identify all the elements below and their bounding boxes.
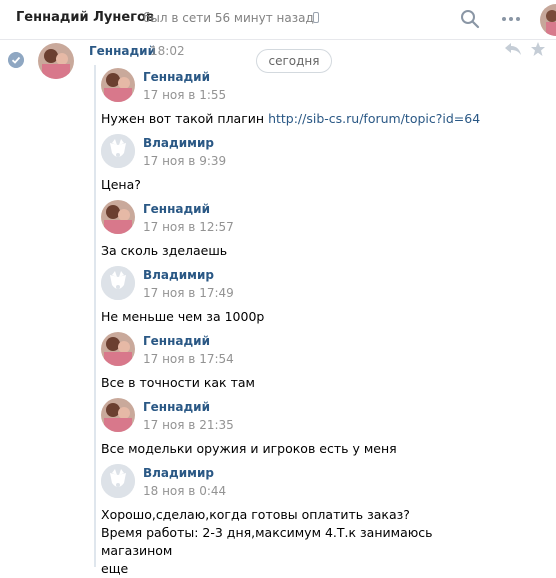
message-text: За сколь зделаешь xyxy=(101,243,228,258)
author-name[interactable]: Владимир xyxy=(143,268,214,282)
message-link[interactable]: http://sib-cs.ru/forum/topic?id=64 xyxy=(268,111,480,126)
author-name[interactable]: Геннадий xyxy=(143,400,210,414)
message-date[interactable]: 17 ноя в 17:49 xyxy=(143,286,234,300)
avatar[interactable] xyxy=(101,134,135,168)
chat-title[interactable]: Геннадий Лунегов xyxy=(16,10,154,25)
message-text: Цена? xyxy=(101,177,141,192)
avatar[interactable] xyxy=(101,464,135,498)
message-date[interactable]: 17 ноя в 1:55 xyxy=(143,88,226,102)
sender-name[interactable]: Геннадий xyxy=(89,44,156,58)
star-icon[interactable] xyxy=(530,41,546,57)
message-date[interactable]: 17 ноя в 21:35 xyxy=(143,418,234,432)
avatar[interactable] xyxy=(101,68,135,102)
sender-avatar[interactable] xyxy=(38,43,74,79)
author-name[interactable]: Геннадий xyxy=(143,334,210,348)
message-text: Хорошо,сделаю,когда готовы оплатить зака… xyxy=(101,506,491,578)
online-status: был в сети 56 минут назад xyxy=(143,11,314,25)
message-line: Время работы: 2-3 дня,максимум 4.Т.к зан… xyxy=(101,525,433,558)
message-line: еще xyxy=(101,561,129,576)
message-text: Не меньше чем за 1000р xyxy=(101,309,265,324)
author-name[interactable]: Геннадий xyxy=(143,70,210,84)
avatar[interactable] xyxy=(101,200,135,234)
more-icon[interactable] xyxy=(500,9,522,29)
chat-header: Геннадий Лунегов был в сети 56 минут наз… xyxy=(0,0,556,40)
message-date[interactable]: 17 ноя в 12:57 xyxy=(143,220,234,234)
author-name[interactable]: Владимир xyxy=(143,136,214,150)
reply-icon[interactable] xyxy=(504,41,522,57)
message-time: 18:02 xyxy=(150,44,185,58)
message-date[interactable]: 17 ноя в 9:39 xyxy=(143,154,226,168)
message-date[interactable]: 18 ноя в 0:44 xyxy=(143,484,226,498)
selected-check-icon[interactable] xyxy=(8,52,24,68)
message-text: Все в точности как там xyxy=(101,375,255,390)
avatar[interactable] xyxy=(101,266,135,300)
date-badge: сегодня xyxy=(256,49,332,73)
message-line: Хорошо,сделаю,когда готовы оплатить зака… xyxy=(101,507,410,522)
forwarded-bar xyxy=(94,65,96,567)
mobile-icon xyxy=(313,12,319,23)
message-text: Все модельки оружия и игроков есть у мен… xyxy=(101,441,397,456)
message-text: Нужен вот такой плагин http://sib-cs.ru/… xyxy=(101,110,491,128)
avatar[interactable] xyxy=(101,398,135,432)
search-icon[interactable] xyxy=(460,9,480,29)
author-name[interactable]: Геннадий xyxy=(143,202,210,216)
header-avatar[interactable] xyxy=(540,4,556,36)
message-date[interactable]: 17 ноя в 17:54 xyxy=(143,352,234,366)
author-name[interactable]: Владимир xyxy=(143,466,214,480)
message-text-part: Нужен вот такой плагин xyxy=(101,111,269,126)
avatar[interactable] xyxy=(101,332,135,366)
